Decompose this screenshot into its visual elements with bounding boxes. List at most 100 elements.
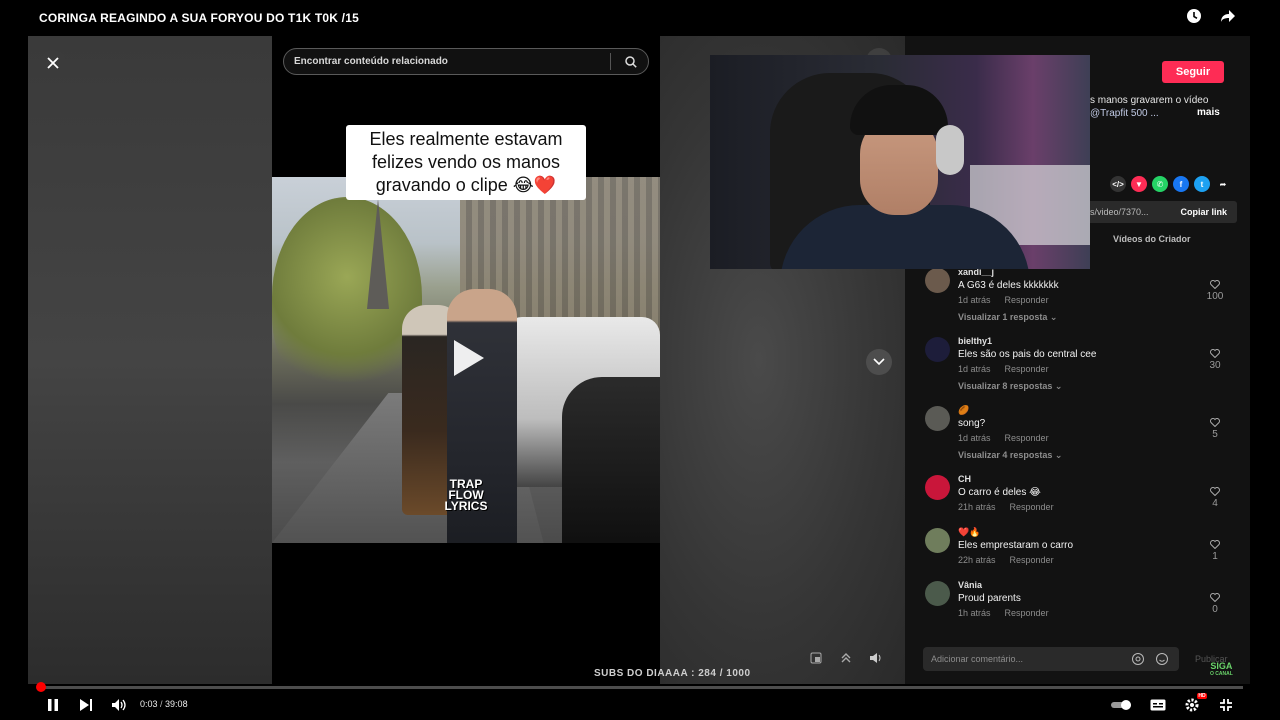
pip-icon[interactable] <box>808 650 824 666</box>
whatsapp-icon[interactable]: ✆ <box>1152 176 1168 192</box>
heart-icon <box>1210 540 1220 549</box>
time-display: 0:03 / 39:08 <box>140 699 188 709</box>
copy-link-button[interactable]: Copiar link <box>1180 207 1237 217</box>
reply-button[interactable]: Responder <box>1010 555 1054 565</box>
like-button[interactable]: 100 <box>1200 280 1230 302</box>
gear-icon <box>1185 698 1199 712</box>
tab-creator-videos[interactable]: Vídeos do Criador <box>1113 234 1191 244</box>
comment-username[interactable]: Vânia <box>958 579 1230 592</box>
tree <box>272 197 422 397</box>
comment-item: xandi__j A G63 é deles kkkkkkk 1d atrás R… <box>925 266 1230 335</box>
autoplay-toggle[interactable] <box>1110 696 1134 714</box>
comment-text: song? <box>958 418 986 429</box>
comment-time: 1h atrás <box>958 608 991 618</box>
comment-item: CH O carro é deles 😂 21h atrás Responder … <box>925 473 1230 526</box>
next-button[interactable] <box>77 696 95 714</box>
related-search-input[interactable]: Encontrar conteúdo relacionado <box>283 48 649 75</box>
share-row: </> ▼ ✆ f t ➦ <box>1110 176 1231 192</box>
view-replies-button[interactable]: Visualizar 4 respostas ⌄ <box>958 447 1230 463</box>
comment-item: Vânia Proud parents 1h atrás Responder 0 <box>925 579 1230 632</box>
comment-time: 22h atrás <box>958 555 996 565</box>
watch-later-icon[interactable] <box>1186 8 1202 24</box>
replies-label: Visualizar 1 resposta <box>958 312 1048 322</box>
tiktok-video[interactable]: Encontrar conteúdo relacionado TRAP FLOW… <box>272 36 660 684</box>
heart-icon <box>1210 349 1220 358</box>
follow-button[interactable]: Seguir <box>1162 61 1224 83</box>
tiktok-friends-icon[interactable]: ▼ <box>1131 176 1147 192</box>
reply-button[interactable]: Responder <box>1005 364 1049 374</box>
share-arrow-icon[interactable]: ➦ <box>1215 176 1231 192</box>
reply-button[interactable]: Responder <box>1005 433 1049 443</box>
heart-icon <box>1210 487 1220 496</box>
skip-next-icon <box>80 699 92 711</box>
replies-label: Visualizar 4 respostas <box>958 450 1053 460</box>
comment-text: A G63 é deles kkkkkkk <box>958 280 1059 291</box>
embed-icon[interactable]: </> <box>1110 176 1126 192</box>
subtitles-button[interactable] <box>1149 696 1167 714</box>
like-button[interactable]: 5 <box>1200 418 1230 440</box>
exit-fullscreen-icon <box>1220 699 1232 711</box>
like-count: 1 <box>1212 551 1218 562</box>
toggle-icon <box>1111 700 1131 710</box>
video-caption: Eles realmente estavam felizes vendo os … <box>346 125 586 200</box>
exit-fullscreen-button[interactable] <box>1217 696 1235 714</box>
view-replies-button[interactable]: Visualizar 1 resposta ⌄ <box>958 309 1230 325</box>
search-divider <box>610 53 611 70</box>
next-video-button[interactable] <box>866 349 892 375</box>
caption-line: gravando o clipe 😂❤️ <box>375 175 557 195</box>
volume-icon[interactable] <box>868 650 884 666</box>
comment-username[interactable]: bielthy1 <box>958 335 1230 348</box>
avatar[interactable] <box>925 528 950 553</box>
like-button[interactable]: 30 <box>1200 349 1230 371</box>
mention-icon[interactable] <box>1131 652 1145 666</box>
emoji-icon[interactable] <box>1155 652 1169 666</box>
like-button[interactable]: 1 <box>1200 540 1230 562</box>
avatar[interactable] <box>925 337 950 362</box>
comment-time: 1d atrás <box>958 364 991 374</box>
play-icon[interactable] <box>450 338 486 378</box>
progress-bar[interactable] <box>35 682 1243 692</box>
hd-badge: HD <box>1197 693 1207 699</box>
add-comment-input[interactable]: Adicionar comentário... <box>923 647 1179 671</box>
video-title[interactable]: CORINGA REAGINDO A SUA FORYOU DO T1K T0K… <box>39 11 359 25</box>
streamer-webcam <box>710 55 1090 269</box>
more-link[interactable]: mais <box>1197 107 1220 118</box>
reply-button[interactable]: Responder <box>1005 295 1049 305</box>
comment-placeholder: Adicionar comentário... <box>931 654 1024 664</box>
comment-username[interactable]: 🏉 <box>958 404 1230 417</box>
close-button[interactable] <box>40 50 66 76</box>
avatar[interactable] <box>925 406 950 431</box>
reply-button[interactable]: Responder <box>1010 502 1054 512</box>
view-replies-button[interactable]: Visualizar 8 respostas ⌄ <box>958 378 1230 394</box>
copy-link-box: s/video/7370... Copiar link <box>1070 201 1237 223</box>
facebook-icon[interactable]: f <box>1173 176 1189 192</box>
comment-username[interactable]: CH <box>958 473 1230 486</box>
siga-line: O CANAL <box>1210 671 1233 677</box>
pause-button[interactable] <box>44 696 62 714</box>
replies-label: Visualizar 8 respostas <box>958 381 1053 391</box>
twitter-icon[interactable]: t <box>1194 176 1210 192</box>
reply-button[interactable]: Responder <box>1005 608 1049 618</box>
heart-icon <box>1210 418 1220 427</box>
like-button[interactable]: 0 <box>1200 593 1230 615</box>
caption-line: Eles realmente estavam <box>369 129 563 149</box>
like-button[interactable]: 4 <box>1200 487 1230 509</box>
avatar[interactable] <box>925 581 950 606</box>
avatar[interactable] <box>925 475 950 500</box>
comment-text: Eles emprestaram o carro <box>958 540 1074 551</box>
comment-time: 1d atrás <box>958 295 991 305</box>
like-count: 5 <box>1212 429 1218 440</box>
chevron-down-icon <box>873 358 885 366</box>
avatar[interactable] <box>925 268 950 293</box>
volume-button[interactable] <box>110 696 128 714</box>
watermark-line: LYRICS <box>444 499 488 513</box>
search-icon[interactable] <box>620 51 642 73</box>
comment-meta: 22h atrás Responder <box>958 552 1230 569</box>
subs-counter: SUBS DO DIAAAA : 284 / 1000 <box>594 668 751 679</box>
comment-username[interactable]: ❤️🔥 <box>958 526 1230 539</box>
comment-meta: 21h atrás Responder <box>958 499 1230 516</box>
autoscroll-icon[interactable] <box>838 650 854 666</box>
headphones <box>936 125 964 175</box>
comment-meta: 1d atrás Responder <box>958 361 1230 378</box>
share-icon[interactable] <box>1220 8 1236 24</box>
